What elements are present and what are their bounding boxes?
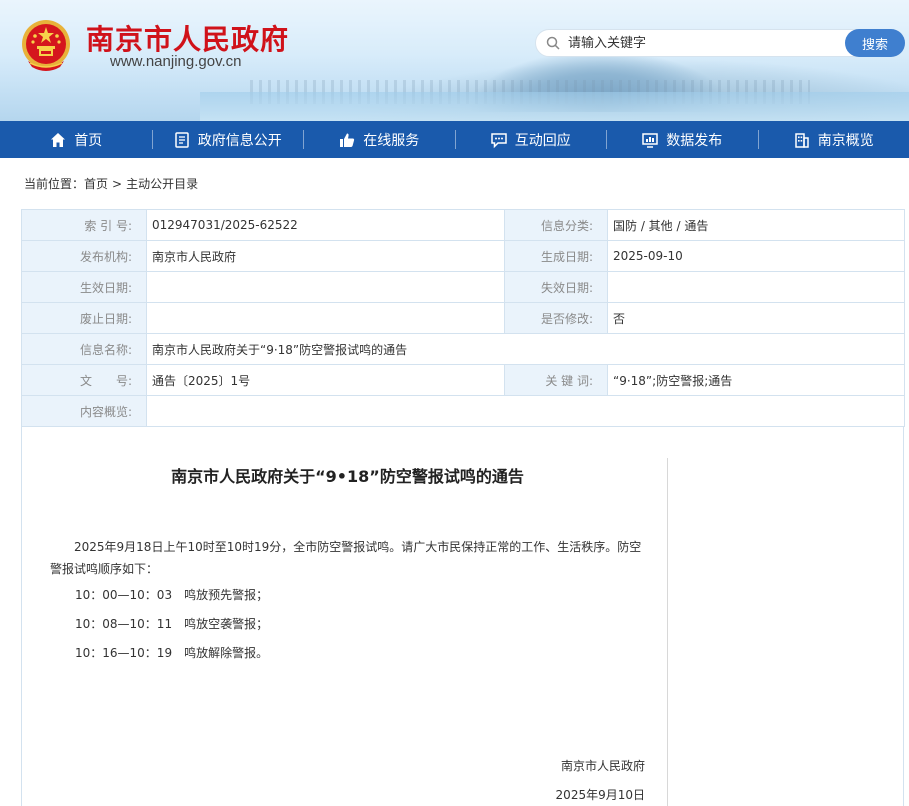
article-date: 2025年9月10日 bbox=[555, 788, 645, 802]
nav-item-label: 政府信息公开 bbox=[197, 132, 282, 149]
search-input[interactable] bbox=[568, 33, 838, 53]
abolish-date-label: 废止日期: bbox=[21, 302, 147, 334]
nav-item-nanjing-overview[interactable]: 南京概览 bbox=[757, 121, 909, 158]
chat-icon bbox=[491, 132, 507, 148]
index-value: 012947031/2025-62522 bbox=[146, 209, 505, 241]
breadcrumb-home-link[interactable]: 首页 bbox=[84, 177, 108, 191]
nav-item-label: 首页 bbox=[74, 132, 103, 149]
breadcrumb-current[interactable]: 主动公开目录 bbox=[126, 177, 198, 191]
banner-lake bbox=[200, 92, 909, 121]
table-row: 文 号: 通告〔2025〕1号 关 键 词: “9·18”;防空警报;通告 bbox=[21, 364, 905, 396]
modified-value: 否 bbox=[607, 302, 905, 334]
expiry-date-value bbox=[607, 271, 905, 303]
effective-date-label: 生效日期: bbox=[21, 271, 147, 303]
breadcrumb: 当前位置：首页 > 主动公开目录 bbox=[24, 175, 198, 192]
nav-item-home[interactable]: 首页 bbox=[0, 121, 152, 158]
table-row: 废止日期: 是否修改: 否 bbox=[21, 302, 905, 334]
table-row: 发布机构: 南京市人民政府 生成日期: 2025-09-10 bbox=[21, 240, 905, 272]
created-date-label: 生成日期: bbox=[504, 240, 608, 272]
modified-label: 是否修改: bbox=[504, 302, 608, 334]
main-nav: 首页 政府信息公开 在线服务 互动回应 数据发布 南京概览 bbox=[0, 121, 909, 158]
keywords-value: “9·18”;防空警报;通告 bbox=[607, 364, 905, 396]
site-title[interactable]: 南京市人民政府 bbox=[86, 18, 289, 58]
doc-number-value: 通告〔2025〕1号 bbox=[146, 364, 505, 396]
article-line: 10：16—10：19 鸣放解除警报。 bbox=[75, 646, 269, 660]
site-url[interactable]: www.nanjing.gov.cn bbox=[110, 53, 241, 70]
summary-label: 内容概览: bbox=[21, 395, 147, 427]
category-label: 信息分类: bbox=[504, 209, 608, 241]
created-date-value: 2025-09-10 bbox=[607, 240, 905, 272]
search-icon bbox=[546, 36, 560, 50]
info-table: 索 引 号: 012947031/2025-62522 信息分类: 国防 / 其… bbox=[21, 209, 905, 427]
national-emblem-icon bbox=[22, 20, 70, 71]
nav-item-data-release[interactable]: 数据发布 bbox=[606, 121, 758, 158]
nav-item-label: 互动回应 bbox=[514, 132, 571, 149]
table-row: 内容概览: bbox=[21, 395, 905, 427]
document-icon bbox=[175, 131, 189, 148]
expiry-date-label: 失效日期: bbox=[504, 271, 608, 303]
article-line: 10：00—10：03 鸣放预先警报； bbox=[75, 588, 269, 602]
chart-icon bbox=[642, 132, 658, 148]
nav-item-online-service[interactable]: 在线服务 bbox=[303, 121, 455, 158]
building-icon bbox=[795, 132, 809, 148]
thumbs-up-icon bbox=[340, 133, 355, 147]
breadcrumb-separator: > bbox=[112, 177, 123, 191]
info-name-label: 信息名称: bbox=[21, 333, 147, 365]
table-row: 生效日期: 失效日期: bbox=[21, 271, 905, 303]
table-row: 信息名称: 南京市人民政府关于“9·18”防空警报试鸣的通告 bbox=[21, 333, 905, 365]
nav-item-gov-info[interactable]: 政府信息公开 bbox=[151, 121, 304, 158]
doc-number-label: 文 号: bbox=[21, 364, 147, 396]
abolish-date-value bbox=[146, 302, 505, 334]
article-title: 南京市人民政府关于“9•18”防空警报试鸣的通告 bbox=[171, 467, 524, 486]
effective-date-value bbox=[146, 271, 505, 303]
article-paragraph: 2025年9月18日上午10时至10时19分，全市防空警报试鸣。请广大市民保持正… bbox=[50, 540, 642, 576]
summary-value bbox=[146, 395, 905, 427]
publisher-label: 发布机构: bbox=[21, 240, 147, 272]
index-label: 索 引 号: bbox=[21, 209, 147, 241]
info-name-value: 南京市人民政府关于“9·18”防空警报试鸣的通告 bbox=[146, 333, 905, 365]
article-line: 10：08—10：11 鸣放空袭警报； bbox=[75, 617, 269, 631]
home-icon bbox=[51, 132, 66, 147]
article-divider bbox=[667, 458, 668, 806]
nav-item-label: 在线服务 bbox=[363, 132, 420, 149]
article-signature: 南京市人民政府 bbox=[560, 759, 645, 773]
category-value: 国防 / 其他 / 通告 bbox=[607, 209, 905, 241]
nav-item-label: 数据发布 bbox=[666, 132, 723, 149]
keywords-label: 关 键 词: bbox=[504, 364, 608, 396]
breadcrumb-prefix: 当前位置： bbox=[24, 177, 85, 191]
nav-item-interaction[interactable]: 互动回应 bbox=[454, 121, 607, 158]
table-row: 索 引 号: 012947031/2025-62522 信息分类: 国防 / 其… bbox=[21, 209, 905, 241]
publisher-value: 南京市人民政府 bbox=[146, 240, 505, 272]
search-button[interactable]: 搜索 bbox=[845, 29, 905, 57]
nav-item-label: 南京概览 bbox=[817, 132, 874, 149]
